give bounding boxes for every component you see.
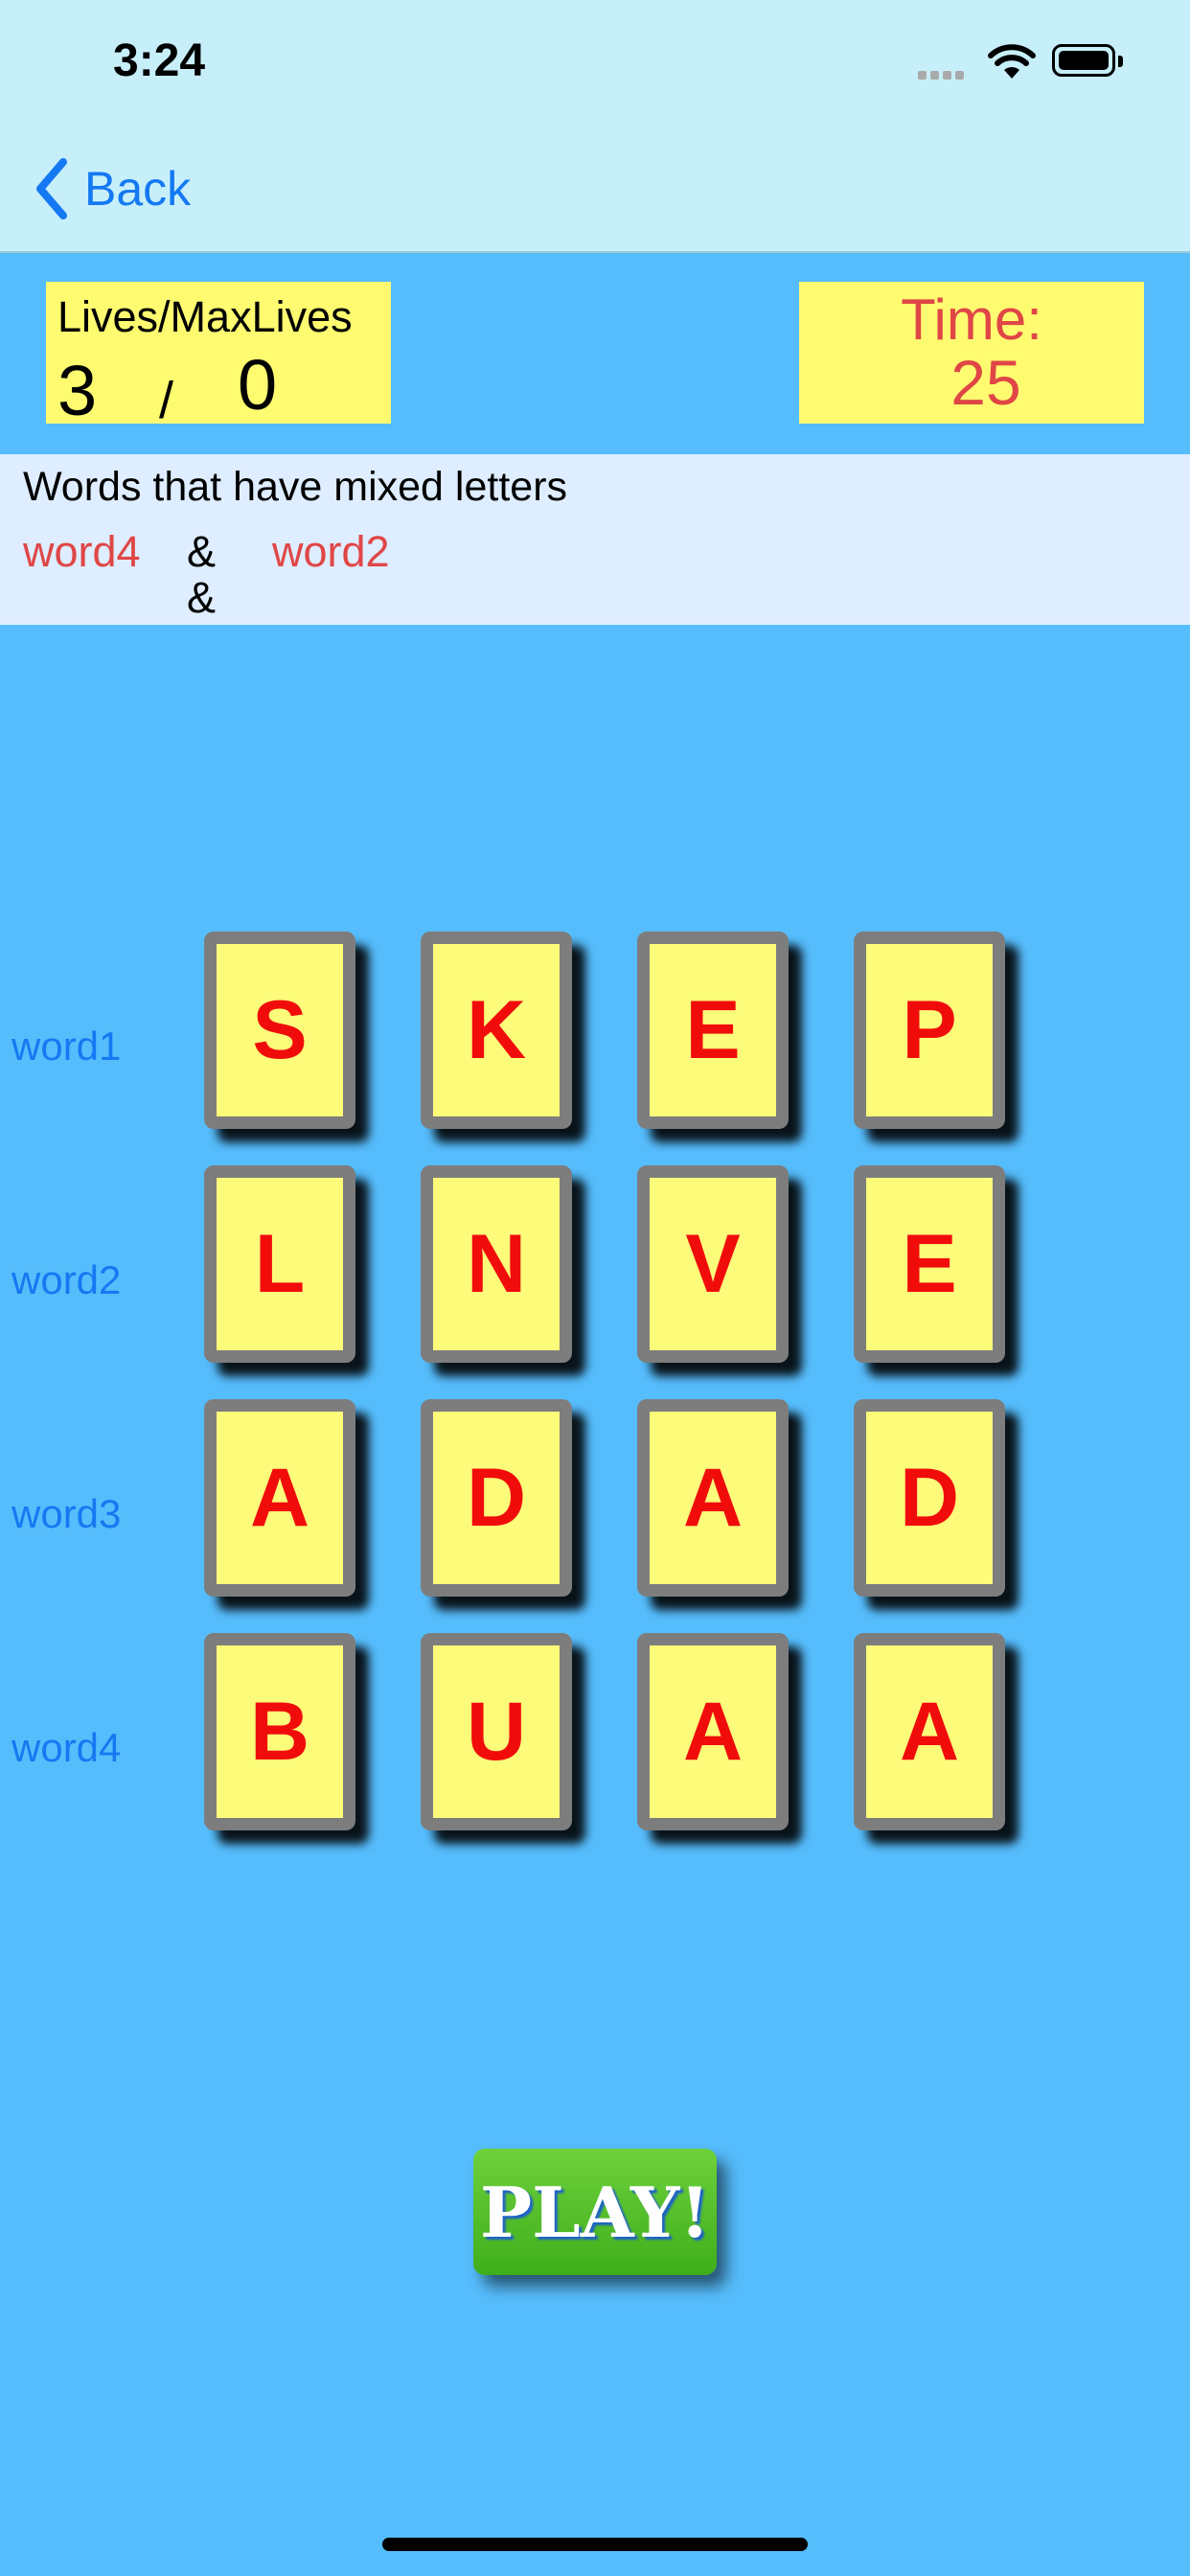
home-indicator[interactable] — [382, 2538, 808, 2551]
lives-max: 0 — [238, 345, 278, 425]
letter-tile[interactable]: A — [637, 1399, 789, 1597]
letter-tile[interactable]: B — [204, 1633, 355, 1830]
tile-letter: A — [899, 1685, 960, 1778]
play-button[interactable]: PLAY! — [473, 2149, 717, 2275]
letter-tile[interactable]: D — [854, 1399, 1005, 1597]
letter-tile[interactable]: L — [204, 1165, 355, 1363]
row-label-word2[interactable]: word2 — [11, 1257, 121, 1303]
mixed-words-panel: Words that have mixed letters word4 & & … — [0, 454, 1190, 625]
letter-tile[interactable]: U — [421, 1633, 572, 1830]
timer-value: 25 — [950, 347, 1021, 418]
mixed-word-a: word4 — [23, 527, 141, 576]
wifi-icon — [988, 44, 1036, 79]
letter-tile[interactable]: P — [854, 932, 1005, 1129]
chevron-left-icon — [36, 158, 67, 219]
lives-current: 3 — [57, 351, 98, 430]
tile-letter: S — [252, 983, 308, 1076]
tile-letter: V — [685, 1217, 741, 1310]
ampersand-b: & — [187, 573, 217, 622]
lives-panel: Lives/MaxLives 3 / 0 — [46, 282, 391, 430]
row-label-word3[interactable]: word3 — [11, 1491, 121, 1537]
lives-separator: / — [159, 372, 174, 429]
tile-letter: B — [249, 1685, 310, 1778]
back-button[interactable]: Back — [34, 155, 191, 222]
lives-values: 3 / 0 — [57, 338, 391, 430]
tile-letter: P — [902, 983, 957, 1076]
mixed-words-title: Words that have mixed letters — [23, 464, 568, 510]
letter-tile[interactable]: E — [637, 932, 789, 1129]
tile-letter: D — [899, 1451, 960, 1544]
letter-tile[interactable]: D — [421, 1399, 572, 1597]
ampersand-a: & — [187, 527, 217, 576]
tile-letter: A — [682, 1685, 744, 1778]
letter-tile[interactable]: K — [421, 932, 572, 1129]
status-bar: 3:24 — [0, 0, 1190, 126]
mixed-word-b: word2 — [272, 527, 390, 576]
letter-tile[interactable]: N — [421, 1165, 572, 1363]
tile-letter: U — [466, 1685, 527, 1778]
row-label-word4[interactable]: word4 — [11, 1725, 121, 1771]
tile-letter: D — [466, 1451, 527, 1544]
letter-tile[interactable]: A — [204, 1399, 355, 1597]
navigation-bar: Back — [0, 126, 1190, 253]
row-label-word1[interactable]: word1 — [11, 1024, 121, 1070]
letter-tile[interactable]: V — [637, 1165, 789, 1363]
tile-letter: N — [466, 1217, 527, 1310]
tile-letter: A — [682, 1451, 744, 1544]
back-label: Back — [84, 162, 192, 216]
tile-letter: A — [249, 1451, 310, 1544]
tile-letter: E — [685, 983, 741, 1076]
letter-tile[interactable]: S — [204, 932, 355, 1129]
tile-letter: L — [254, 1217, 306, 1310]
tile-letter: K — [466, 983, 527, 1076]
cellular-signal-icon — [918, 67, 975, 80]
lives-title: Lives/MaxLives — [57, 292, 353, 341]
tile-letter: E — [902, 1217, 957, 1310]
letter-tile[interactable]: A — [854, 1633, 1005, 1830]
timer-panel: Time: 25 — [799, 282, 1144, 424]
play-button-label: PLAY! — [479, 2171, 711, 2253]
letter-tile[interactable]: A — [637, 1633, 789, 1830]
status-time: 3:24 — [113, 35, 206, 86]
letter-tile[interactable]: E — [854, 1165, 1005, 1363]
battery-icon — [1052, 44, 1123, 79]
timer-label: Time: — [901, 288, 1042, 352]
